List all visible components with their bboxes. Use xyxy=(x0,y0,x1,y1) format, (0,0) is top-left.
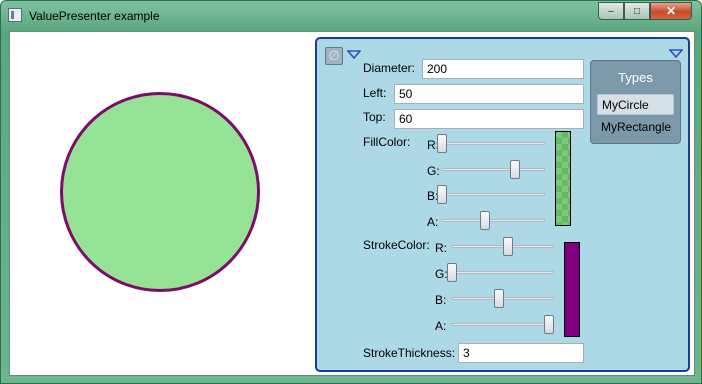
null-value-button[interactable]: ∅ xyxy=(325,47,343,65)
stroke-a-label: A: xyxy=(435,319,447,333)
stroke-g-slider[interactable] xyxy=(447,263,554,283)
stroke-thickness-label: StrokeThickness: xyxy=(363,346,456,360)
slider-thumb[interactable] xyxy=(437,185,447,204)
top-label: Top: xyxy=(363,110,386,124)
types-list: Types MyCircle MyRectangle xyxy=(590,60,681,144)
stroke-b-label: B: xyxy=(435,293,447,307)
value-presenter-panel: ∅ Diameter: 200 Left: 50 Top: 60 FillCol… xyxy=(315,37,690,372)
fill-color-label: FillColor: xyxy=(363,135,411,149)
stroke-r-slider[interactable] xyxy=(452,237,554,257)
fill-color-swatch xyxy=(555,131,571,226)
close-button[interactable]: ✕ xyxy=(650,2,692,20)
slider-thumb[interactable] xyxy=(494,289,504,308)
fill-r-slider[interactable] xyxy=(437,134,545,154)
top-field[interactable]: 60 xyxy=(394,109,584,129)
slider-thumb[interactable] xyxy=(480,211,490,230)
fill-a-label: A: xyxy=(427,215,439,229)
type-item-myrectangle[interactable]: MyRectangle xyxy=(597,117,674,138)
stroke-thickness-field[interactable]: 3 xyxy=(458,343,584,363)
app-window: ValuePresenter example – □ ✕ ∅ Diameter:… xyxy=(0,0,702,384)
stroke-color-label: StrokeColor: xyxy=(363,238,430,252)
title-bar[interactable]: ValuePresenter example – □ ✕ xyxy=(1,1,701,31)
fill-g-label: G: xyxy=(427,164,440,178)
stroke-color-swatch xyxy=(564,242,580,337)
fill-a-slider[interactable] xyxy=(441,211,545,231)
stroke-b-slider[interactable] xyxy=(452,289,554,309)
window-title: ValuePresenter example xyxy=(29,9,160,23)
stroke-r-label: R: xyxy=(435,241,447,255)
left-label: Left: xyxy=(363,86,387,100)
maximize-button[interactable]: □ xyxy=(624,2,650,20)
my-circle-shape xyxy=(60,92,260,292)
app-icon[interactable] xyxy=(8,8,22,22)
diameter-label: Diameter: xyxy=(363,61,416,75)
left-field[interactable]: 50 xyxy=(394,84,584,104)
stroke-a-slider[interactable] xyxy=(452,315,554,335)
slider-thumb[interactable] xyxy=(437,134,447,153)
slider-thumb[interactable] xyxy=(544,315,554,334)
slider-thumb[interactable] xyxy=(510,160,520,179)
types-title: Types xyxy=(618,70,653,85)
stroke-g-label: G: xyxy=(435,267,448,281)
fill-g-slider[interactable] xyxy=(441,160,545,180)
fill-b-slider[interactable] xyxy=(437,185,545,205)
slider-thumb[interactable] xyxy=(447,263,457,282)
diameter-field[interactable]: 200 xyxy=(422,59,584,79)
type-item-mycircle[interactable]: MyCircle xyxy=(597,94,674,115)
minimize-button[interactable]: – xyxy=(598,2,624,20)
client-area: ∅ Diameter: 200 Left: 50 Top: 60 FillCol… xyxy=(9,31,695,376)
slider-thumb[interactable] xyxy=(503,237,513,256)
